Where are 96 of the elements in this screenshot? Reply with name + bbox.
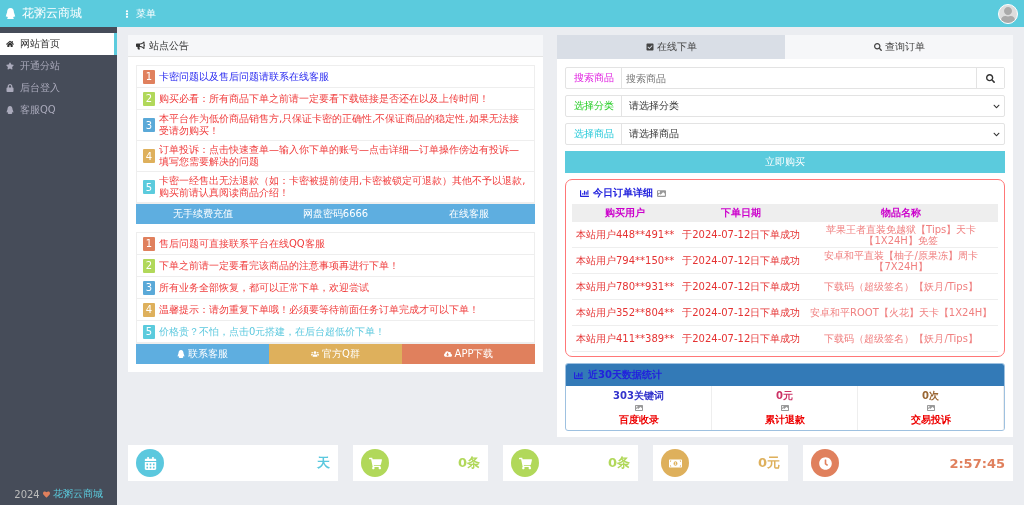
column-header: 物品名称 [804,204,998,222]
table-cell: 下载码（超级签名）【妖月/Tips】 [804,326,998,352]
number-badge: 1 [143,69,155,84]
number-badge: 3 [143,280,155,295]
stat-value: 天 [317,454,330,472]
notice-text: 卡密问题以及售后问题请联系在线客服 [159,70,329,83]
column-header: 购买用户 [572,204,679,222]
select-value: 请选择商品 [629,127,679,141]
table-cell: 于2024-07-12日下单成功 [678,326,805,352]
table-cell: 本站用户794**150** [572,248,679,274]
link-button[interactable]: APP下载 [402,344,535,364]
avatar[interactable] [998,3,1018,24]
number-badge: 3 [143,118,155,132]
link-button[interactable]: 网盘密码6666 [269,204,402,224]
table-cell: 本站用户448**491** [572,222,679,248]
stat-value: 0次 [922,389,939,403]
penguin-icon [6,106,14,114]
stat-value: 0条 [457,454,480,472]
select-value: 请选择分类 [629,99,679,113]
sidebar-item[interactable]: 网站首页 [0,33,117,55]
stat-label: 累计退款 [764,413,805,427]
penguin-icon [177,350,185,358]
heart-icon [42,490,50,498]
table-cell: 本站用户352**804** [572,300,679,326]
sidebar-item[interactable]: 客服QQ [0,99,117,121]
number-badge: 2 [143,91,155,106]
sidebar-item[interactable]: 后台登入 [0,77,117,99]
notice-text: 卡密一经售出无法退款（如：卡密被提前使用,卡密被锁定可退款）其他不予以退款,购买前请认真阅读商品介绍！ [159,175,527,199]
footer-link[interactable]: 花粥云商城 [52,487,103,501]
broken-image-icon [780,404,789,412]
link-button[interactable]: 官方Q群 [269,344,402,364]
number-badge: 5 [143,324,155,339]
select-field[interactable]: 选择商品 请选择商品 [565,123,1005,145]
link-button[interactable]: 无手续费充值 [136,204,269,224]
broken-image-icon [634,404,643,412]
stat-value: 0元 [776,389,793,403]
number-badge: 2 [143,258,155,273]
search-icon [873,43,882,51]
table-cell: 于2024-07-12日下单成功 [678,274,805,300]
notice-text: 所有业务全部恢复，都可以正常下单，欢迎尝试 [159,281,369,294]
table-cell: 本站用户411**389** [572,326,679,352]
chevron-icon [993,130,1000,138]
table-cell: 本站用户780**931** [572,274,679,300]
column-header: 下单日期 [678,204,805,222]
number-badge: 4 [143,302,155,317]
checkbox-icon [645,43,654,51]
bar-chart-icon [580,188,589,198]
lock-icon [6,84,14,92]
table-cell: 于2024-07-12日下单成功 [678,248,805,274]
stat-value: 2:57:45 [949,455,1005,471]
field-label: 选择商品 [566,124,622,144]
star-icon [6,62,14,70]
megaphone-icon [136,41,145,50]
cloud-download-icon [443,350,452,358]
select-field[interactable]: 选择分类 请选择分类 [565,95,1005,117]
notice-text: 温馨提示：请勿重复下单哦！必须要等待前面任务订单完成才可以下单！ [159,303,479,316]
stat-value: 0元 [757,454,780,472]
chevron-icon [993,102,1000,110]
stat-value: 303关键词 [613,389,664,403]
brand-name: 花粥云商城 [22,5,82,22]
notice-text: 价格贵？不怕，点击0元搭建，在后台超低价下单！ [159,325,386,338]
link-button[interactable]: 联系客服 [136,344,269,364]
search-bar[interactable]: 搜索商品 搜索商品 [565,67,1005,89]
footer-year: 2024 [14,488,40,500]
notice-text: 购买必看：所有商品下单之前请一定要看下载链接是否还在以及上传时间！ [159,92,489,105]
notice-text: 本平台作为低价商品销售方,只保证卡密的正确性,不保证商品的稳定性,如果无法接受请勿购买！ [159,113,520,137]
table-cell: 苹果王者直装免越狱【Tips】天卡【1X24H】免签 [804,222,998,248]
sidebar-item[interactable]: 开通分站 [0,55,117,77]
link-button[interactable]: 在线客服 [402,204,535,224]
bar-chart-icon [574,370,583,380]
broken-image-icon [926,404,935,412]
stat-label: 百度收录 [618,413,659,427]
penguin-icon [5,8,16,19]
table-cell: 安卓和平直装【柚子/原果冻】周卡【7X24H】 [804,248,998,274]
notice-text: 售后问题可直接联系平台在线QQ客服 [159,237,325,250]
notice-text: 下单之前请一定要看完该商品的注意事项再进行下单！ [159,259,399,272]
number-badge: 5 [143,180,155,194]
field-label: 选择分类 [566,96,622,116]
table-cell: 下载码（超级签名）【妖月/Tips】 [804,274,998,300]
notice-text: 订单投诉：点击快速查单—输入你下单的账号—点击详细—订单操作傍边有投诉—填写您需要解决的问题 [159,144,520,168]
tab[interactable]: 在线下单 [557,35,785,59]
search-icon [986,73,995,83]
card-title: 近30天数据统计 [588,368,662,382]
table-cell: 于2024-07-12日下单成功 [678,300,805,326]
stat-value: 0条 [607,454,630,472]
card-title: 今日订单详细 [593,186,653,200]
stat-label: 交易投诉 [910,413,951,427]
number-badge: 1 [143,236,155,251]
table-cell: 于2024-07-12日下单成功 [678,222,805,248]
home-icon [6,40,14,48]
search-button[interactable] [976,68,1004,88]
menu-icon[interactable] [123,9,131,18]
panel-title: 站点公告 [149,38,189,53]
table-cell: 安卓和平ROOT【火花】天卡【1X24H】 [804,300,998,326]
broken-image-icon [657,188,666,198]
number-badge: 4 [143,149,155,163]
